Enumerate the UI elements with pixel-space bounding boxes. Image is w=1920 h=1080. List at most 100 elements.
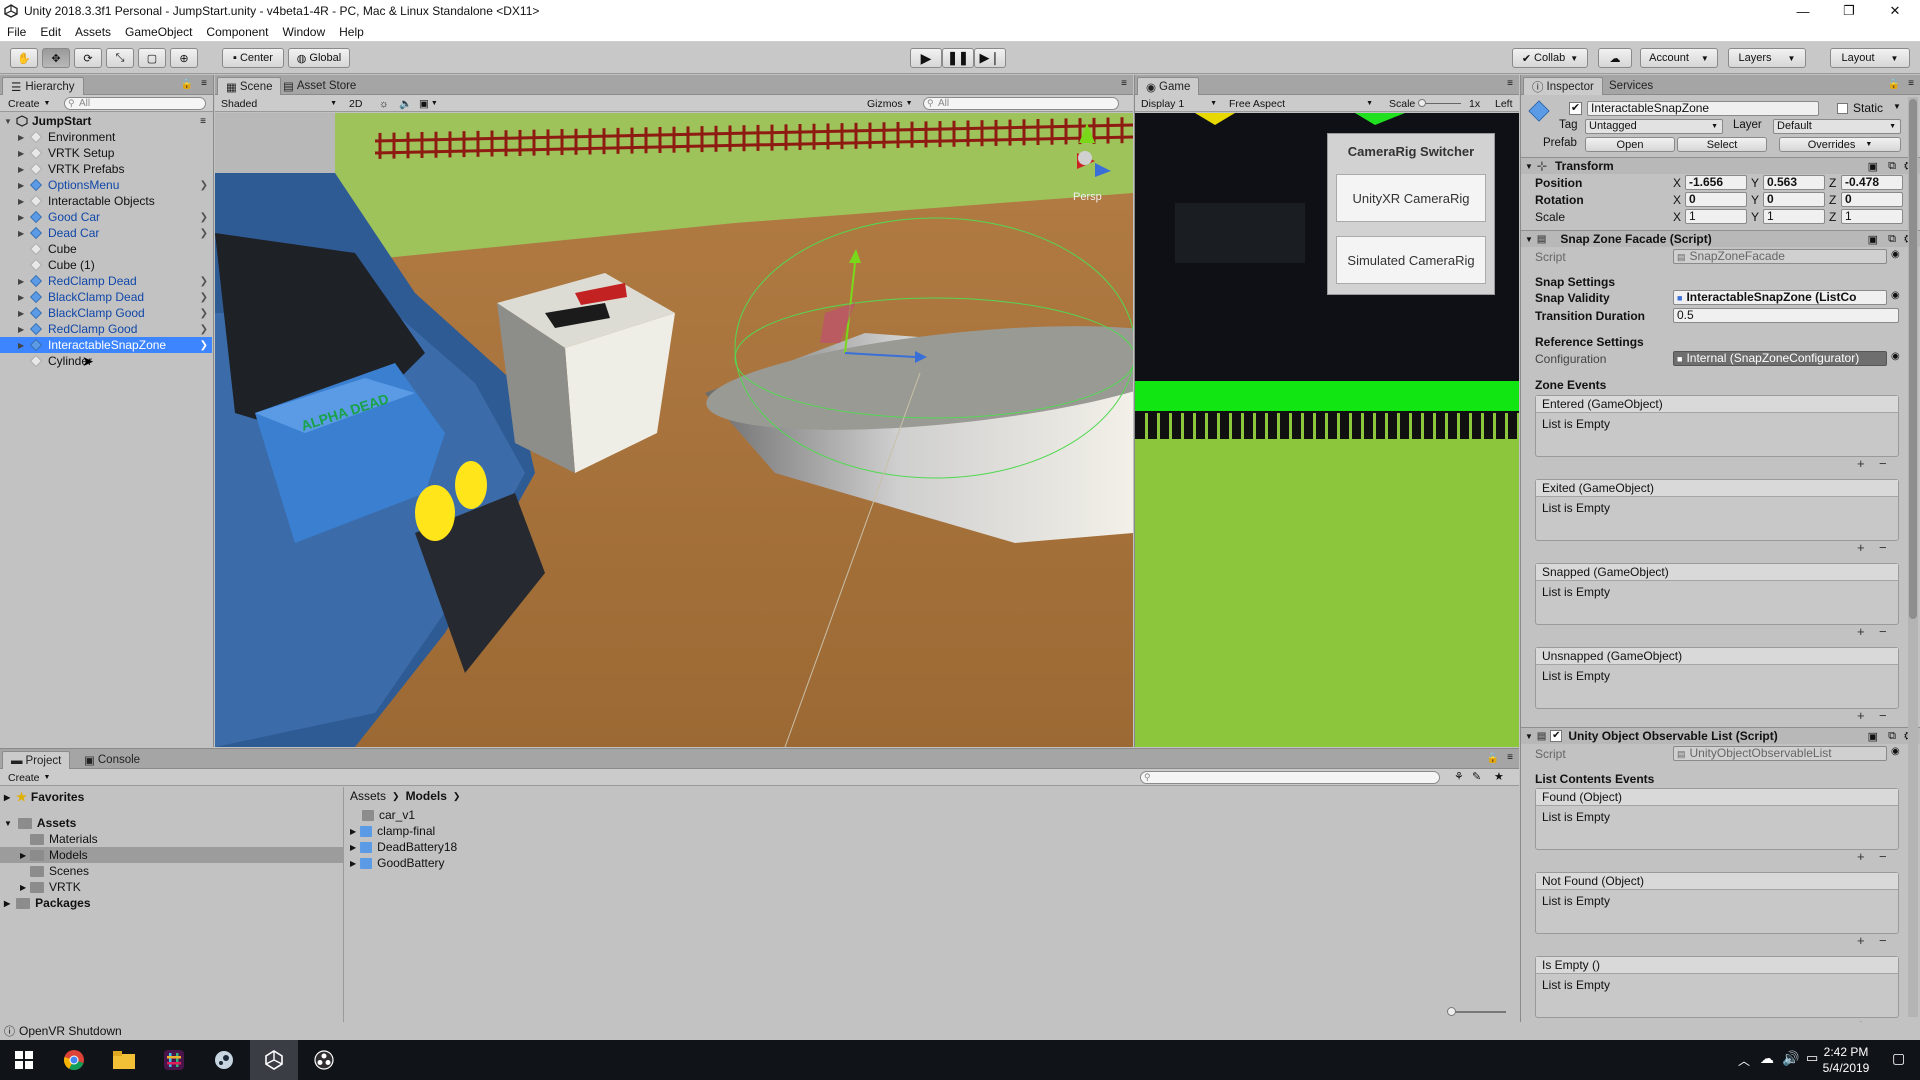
menu-component[interactable]: Component — [199, 25, 275, 39]
transform-z-field[interactable]: -0.478 — [1841, 175, 1903, 190]
expand-arrow-icon[interactable]: ▶ — [18, 341, 26, 350]
scene-menu-icon[interactable]: ≡ — [200, 116, 206, 127]
expand-arrow-icon[interactable]: ▶ — [4, 793, 10, 802]
expand-arrow-icon[interactable]: ▶ — [18, 213, 26, 222]
transform-x-field[interactable]: 0 — [1685, 192, 1747, 207]
expand-arrow-icon[interactable]: ▶ — [18, 293, 26, 302]
rect-tool-button[interactable]: ▢ — [138, 48, 166, 68]
open-prefab-arrow-icon[interactable]: ❯ — [200, 308, 208, 319]
account-button[interactable]: Account ▼ — [1640, 48, 1718, 68]
pause-button[interactable]: ❚❚ — [942, 48, 974, 68]
hierarchy-item[interactable]: Cube — [0, 241, 212, 257]
project-file-row[interactable]: ▶ clamp-final — [350, 823, 435, 839]
component-preset-icon[interactable]: ⧉ — [1888, 160, 1896, 173]
object-picker-icon[interactable]: ◉ — [1891, 746, 1900, 757]
effects-dropdown[interactable]: ▣ ▼ — [415, 97, 441, 110]
facade-header[interactable]: ▼ ▤ Snap Zone Facade (Script) ▣ ⧉ ⚙ — [1521, 230, 1920, 247]
lighting-toggle[interactable]: ☼ — [375, 97, 395, 110]
project-folder-row[interactable]: Scenes — [0, 863, 344, 879]
display-dropdown[interactable]: Display 1 ▼ — [1137, 97, 1221, 110]
expand-arrow-icon[interactable]: ▼ — [4, 117, 12, 126]
component-preset-icon[interactable]: ⧉ — [1888, 730, 1896, 743]
hierarchy-item[interactable]: ▶ BlackClamp Good ❯ — [0, 305, 212, 321]
inspector-scrollbar-thumb[interactable] — [1909, 99, 1917, 619]
transform-y-field[interactable]: 0.563 — [1763, 175, 1825, 190]
hierarchy-item[interactable]: ▶ Interactable Objects — [0, 193, 212, 209]
project-file-row[interactable]: ▶ GoodBattery — [350, 855, 445, 871]
chrome-taskbar-button[interactable] — [50, 1040, 98, 1080]
menu-edit[interactable]: Edit — [33, 25, 68, 39]
lock-icon[interactable]: 🔒 — [181, 79, 193, 90]
layout-button[interactable]: Layout ▼ — [1830, 48, 1910, 68]
hierarchy-create-dropdown[interactable]: Create ▼ — [4, 97, 56, 110]
open-prefab-arrow-icon[interactable]: ❯ — [200, 180, 208, 191]
menu-assets[interactable]: Assets — [68, 25, 118, 39]
pivot-center-button[interactable]: ▪ Center — [222, 48, 284, 68]
active-checkbox[interactable]: ✔ — [1569, 102, 1582, 115]
expand-arrow-icon[interactable]: ▼ — [4, 819, 12, 828]
hierarchy-item[interactable]: ▶ Good Car ❯ — [0, 209, 212, 225]
packages-row[interactable]: ▶ Packages — [4, 895, 91, 911]
scale-tool-button[interactable]: ⤡ — [106, 48, 134, 68]
remove-listener-button[interactable]: − — [1879, 933, 1887, 948]
tab-asset-store[interactable]: ▤ Asset Store — [275, 77, 364, 95]
minimize-button[interactable]: — — [1780, 0, 1826, 22]
scale-slider-thumb[interactable] — [1418, 99, 1426, 107]
panel-menu-icon[interactable]: ≡ — [1507, 78, 1513, 89]
breadcrumb-assets[interactable]: Assets — [350, 789, 386, 803]
prefab-overrides-button[interactable]: Overrides ▼ — [1779, 137, 1901, 152]
expand-arrow-icon[interactable]: ▶ — [350, 859, 356, 868]
lock-icon[interactable]: 🔒 — [1888, 79, 1900, 90]
hierarchy-item[interactable]: ▶ VRTK Setup — [0, 145, 212, 161]
open-prefab-arrow-icon[interactable]: ❯ — [200, 292, 208, 303]
project-file-row[interactable]: car_v1 — [350, 807, 415, 823]
breadcrumb-models[interactable]: Models — [406, 789, 447, 803]
layers-button[interactable]: Layers ▼ — [1728, 48, 1806, 68]
snap-validity-field[interactable]: ■ InteractableSnapZone (ListCo — [1673, 290, 1887, 305]
hierarchy-item[interactable]: ▶ InteractableSnapZone ❯ — [0, 337, 212, 353]
object-picker-icon[interactable]: ◉ — [1891, 249, 1900, 260]
project-create-dropdown[interactable]: Create ▼ — [4, 771, 56, 784]
tag-dropdown[interactable]: Untagged ▼ — [1585, 119, 1723, 134]
open-prefab-arrow-icon[interactable]: ❯ — [200, 228, 208, 239]
hierarchy-item[interactable]: ▶ Dead Car ❯ — [0, 225, 212, 241]
expand-arrow-icon[interactable]: ▶ — [350, 843, 356, 852]
filter-label-icon[interactable]: ✎ — [1472, 770, 1481, 783]
taskbar-clock[interactable]: 2:42 PM 5/4/2019 — [1816, 1044, 1876, 1076]
windows-start-button[interactable] — [0, 1040, 48, 1080]
open-prefab-arrow-icon[interactable]: ❯ — [200, 212, 208, 223]
expand-arrow-icon[interactable]: ▶ — [18, 165, 26, 174]
persp-label[interactable]: Persp — [1073, 191, 1102, 203]
expand-arrow-icon[interactable]: ▶ — [18, 181, 26, 190]
tab-console[interactable]: ▣ Console — [76, 751, 148, 769]
prefab-select-button[interactable]: Select — [1677, 137, 1767, 152]
gizmos-dropdown[interactable]: Gizmos ▼ — [863, 97, 915, 110]
panel-menu-icon[interactable]: ≡ — [201, 78, 207, 89]
close-button[interactable]: ✕ — [1872, 0, 1918, 22]
static-checkbox[interactable] — [1837, 103, 1848, 114]
transition-duration-field[interactable]: 0.5 — [1673, 308, 1899, 323]
hierarchy-item[interactable]: ▶ OptionsMenu ❯ — [0, 177, 212, 193]
unityxr-camerarig-button[interactable]: UnityXR CameraRig — [1336, 174, 1486, 222]
scene-search-input[interactable]: ⚲ All — [923, 97, 1119, 110]
component-enabled-checkbox[interactable]: ✔ — [1550, 730, 1563, 742]
add-listener-button[interactable]: + — [1857, 849, 1865, 864]
panel-menu-icon[interactable]: ≡ — [1507, 752, 1513, 763]
project-file-row[interactable]: ▶ DeadBattery18 — [350, 839, 457, 855]
expand-arrow-icon[interactable]: ▶ — [20, 851, 26, 860]
slack-taskbar-button[interactable] — [150, 1040, 198, 1080]
add-listener-button[interactable]: + — [1857, 624, 1865, 639]
icon-size-slider[interactable] — [1447, 1007, 1506, 1016]
panel-menu-icon[interactable]: ≡ — [1908, 78, 1914, 89]
layer-dropdown[interactable]: Default ▼ — [1773, 119, 1901, 134]
transform-x-field[interactable]: -1.656 — [1685, 175, 1747, 190]
hierarchy-item[interactable]: Cylinder — [0, 353, 212, 369]
remove-listener-button[interactable]: − — [1879, 540, 1887, 555]
remove-listener-button[interactable]: − — [1879, 849, 1887, 864]
open-prefab-arrow-icon[interactable]: ❯ — [200, 324, 208, 335]
expand-arrow-icon[interactable]: ▶ — [18, 197, 26, 206]
transform-x-field[interactable]: 1 — [1685, 209, 1747, 224]
remove-listener-button[interactable]: − — [1879, 624, 1887, 639]
expand-arrow-icon[interactable]: ▶ — [18, 149, 26, 158]
hierarchy-item[interactable]: Cube (1) — [0, 257, 212, 273]
